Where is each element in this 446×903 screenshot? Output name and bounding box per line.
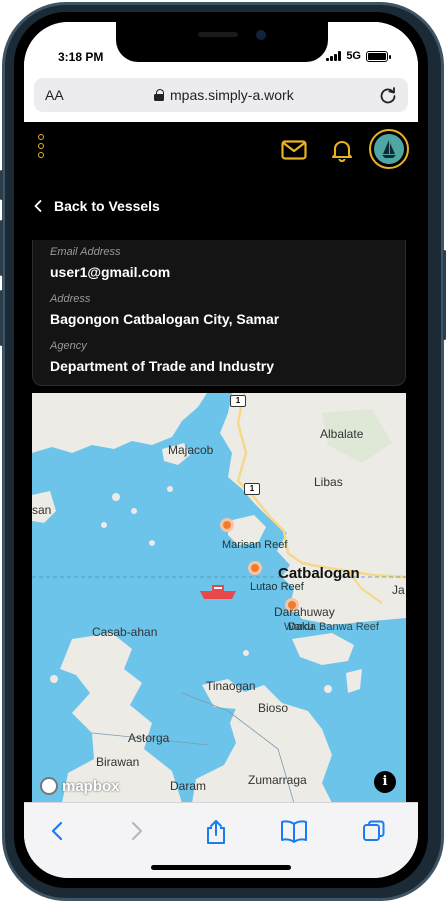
phone-volume-up — [0, 220, 3, 276]
back-label: Back to Vessels — [54, 198, 160, 214]
road-shield-mid: 1 — [244, 483, 260, 495]
menu-kebab-icon[interactable] — [36, 134, 46, 158]
browser-url-area: AA mpas.simply-a.work — [24, 74, 418, 122]
map-label-san: san — [32, 503, 52, 517]
chevron-left-icon[interactable] — [46, 819, 70, 848]
camera — [256, 30, 266, 40]
avatar[interactable] — [369, 129, 409, 169]
map-label-casab-ahan: Casab-ahan — [92, 625, 158, 639]
map-label-warda-banwa-reef: Warda Banwa Reef — [284, 621, 379, 633]
address-value: Bagongon Catbalogan City, Samar — [50, 311, 280, 327]
lock-icon — [154, 89, 164, 101]
app-content: Back to Vessels Email Address user1@gmai… — [24, 122, 418, 802]
chevron-right-icon[interactable] — [124, 819, 148, 848]
mail-icon[interactable] — [281, 140, 307, 165]
agency-label: Agency — [50, 340, 87, 352]
email-value: user1@gmail.com — [50, 264, 171, 280]
battery-icon — [366, 50, 391, 62]
share-icon[interactable] — [204, 819, 228, 850]
speaker — [198, 32, 238, 37]
map-marker-lutao[interactable] — [248, 561, 262, 575]
map-label-majacob: Majacob — [168, 443, 214, 457]
map-label-tinaogan: Tinaogan — [206, 679, 256, 693]
back-to-vessels-link[interactable]: Back to Vessels — [32, 198, 160, 214]
address-label: Address — [50, 293, 91, 305]
phone-side-button — [0, 170, 3, 200]
email-row: Email Address user1@gmail.com — [50, 246, 170, 280]
status-time: 3:18 PM — [58, 50, 104, 64]
reload-icon[interactable] — [378, 85, 398, 110]
map-label-marisan-reef: Marisan Reef — [222, 539, 288, 551]
status-indicators: 5G — [326, 50, 391, 62]
address-row: Address Bagongon Catbalogan City, Samar — [50, 293, 279, 327]
vessel-map[interactable]: 1 1 Majacob Albalate Libas san Marisan R… — [32, 393, 406, 802]
url-bar[interactable]: AA mpas.simply-a.work — [34, 78, 408, 112]
bell-icon[interactable] — [330, 138, 354, 167]
tabs-icon[interactable] — [362, 819, 386, 848]
book-icon[interactable] — [280, 819, 308, 848]
agency-value: Department of Trade and Industry — [50, 358, 275, 374]
agency-row: Agency Department of Trade and Industry — [50, 340, 274, 374]
map-label-zumarraga: Zumarraga — [248, 773, 307, 787]
status-bar: 3:18 PM 5G — [24, 22, 418, 74]
browser-toolbar — [24, 802, 418, 878]
map-canvas — [32, 393, 406, 802]
screen: 3:18 PM 5G AA mpas.simply-a.work Back to… — [24, 22, 418, 878]
signal-icon — [326, 51, 342, 61]
email-label: Email Address — [50, 246, 121, 258]
map-info-icon[interactable]: i — [374, 771, 396, 793]
road-shield-top: 1 — [230, 395, 246, 407]
map-label-daram: Daram — [170, 779, 207, 793]
url-display[interactable]: mpas.simply-a.work — [154, 87, 294, 103]
app-header — [24, 122, 418, 182]
phone-bezel: 3:18 PM 5G AA mpas.simply-a.work Back to… — [14, 12, 428, 888]
map-label-libas: Libas — [314, 475, 343, 489]
home-indicator — [151, 865, 291, 870]
text-size-button[interactable]: AA — [45, 87, 64, 103]
map-label-catbalogan: Catbalogan — [278, 565, 360, 582]
avatar-sailboat-icon — [374, 134, 404, 164]
mapbox-text: mapbox — [62, 777, 120, 795]
map-label-bioso: Bioso — [258, 701, 289, 715]
mapbox-icon — [40, 777, 58, 795]
map-label-birawan: Birawan — [96, 755, 140, 769]
url-text: mpas.simply-a.work — [170, 87, 294, 103]
notch — [116, 22, 328, 62]
map-label-darahuway: Darahuway — [274, 605, 335, 619]
map-label-ja: Ja — [392, 583, 405, 597]
map-label-albalate: Albalate — [320, 427, 364, 441]
map-marker-marisan[interactable] — [220, 518, 234, 532]
mapbox-logo[interactable]: mapbox — [40, 777, 120, 795]
chevron-left-icon — [34, 200, 42, 212]
phone-volume-down — [0, 290, 3, 346]
map-label-lutao-reef: Lutao Reef — [250, 581, 304, 593]
network-label: 5G — [346, 50, 361, 62]
vessel-owner-info-card: Email Address user1@gmail.com Address Ba… — [32, 240, 406, 386]
map-label-astorga: Astorga — [128, 731, 170, 745]
